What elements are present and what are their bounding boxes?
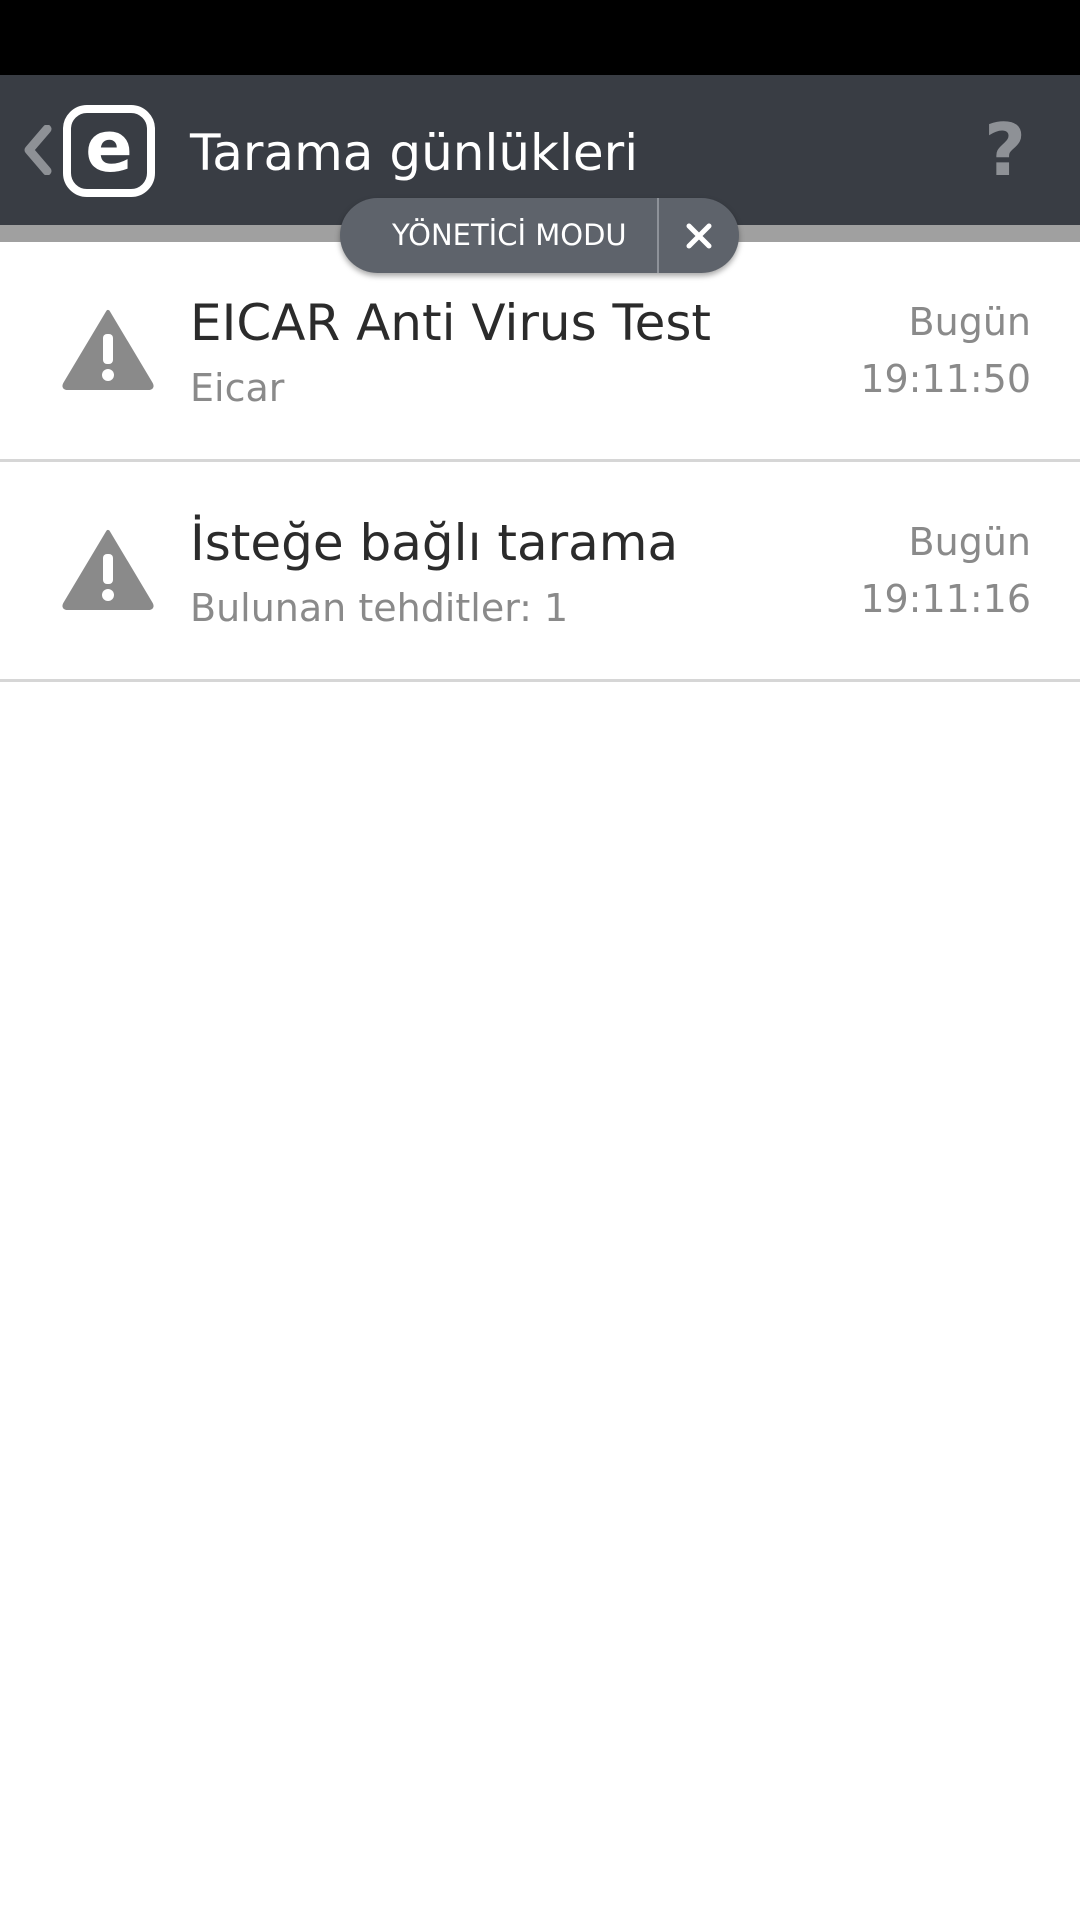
log-title: EICAR Anti Virus Test xyxy=(190,294,712,352)
eset-logo[interactable]: e xyxy=(63,105,155,197)
log-time: 19:11:16 xyxy=(860,577,1031,621)
log-date: Bugün xyxy=(908,300,1031,344)
log-subtitle: Bulunan tehditler: 1 xyxy=(190,586,569,630)
log-time: 19:11:50 xyxy=(860,357,1031,401)
back-button[interactable] xyxy=(18,118,58,182)
chevron-left-icon xyxy=(24,125,52,175)
log-row[interactable]: İsteğe bağlı tarama Bulunan tehditler: 1… xyxy=(0,462,1080,682)
log-date: Bugün xyxy=(908,520,1031,564)
status-bar xyxy=(0,0,1080,75)
warning-icon xyxy=(62,530,154,610)
warning-icon xyxy=(62,310,154,390)
log-title: İsteğe bağlı tarama xyxy=(190,514,679,572)
eset-logo-letter: e xyxy=(85,106,133,188)
scan-log-list: EICAR Anti Virus Test Eicar Bugün 19:11:… xyxy=(0,242,1080,682)
page-title: Tarama günlükleri xyxy=(190,124,639,182)
log-subtitle: Eicar xyxy=(190,366,285,410)
log-row[interactable]: EICAR Anti Virus Test Eicar Bugün 19:11:… xyxy=(0,242,1080,462)
help-button[interactable]: ? xyxy=(975,110,1035,190)
